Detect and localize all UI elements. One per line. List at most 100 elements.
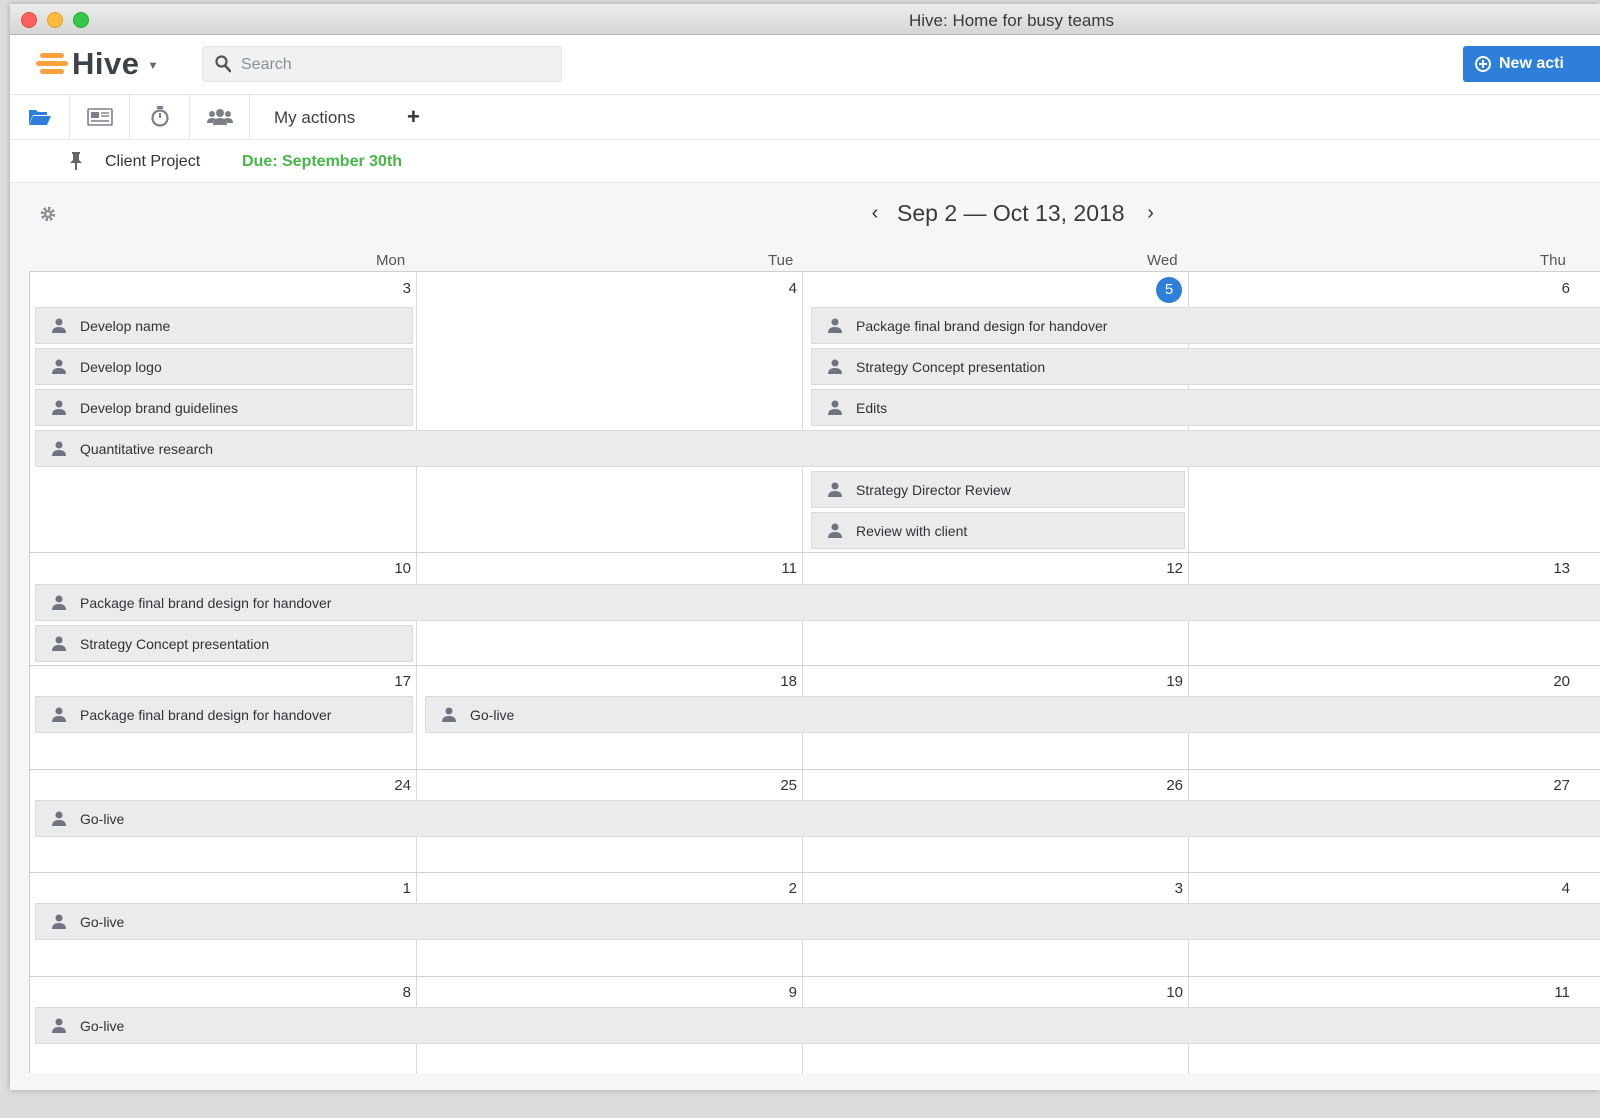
person-icon bbox=[828, 359, 842, 374]
task-title: Quantitative research bbox=[80, 440, 214, 457]
task-bar[interactable]: Strategy Director Review bbox=[811, 471, 1185, 508]
day-number[interactable]: 4 bbox=[757, 280, 797, 297]
day-number[interactable]: 24 bbox=[371, 777, 411, 794]
close-window-button[interactable] bbox=[21, 12, 37, 28]
person-icon bbox=[828, 482, 842, 497]
task-title: Strategy Concept presentation bbox=[80, 635, 270, 652]
day-number[interactable]: 17 bbox=[371, 673, 411, 690]
task-bar[interactable]: Quantitative research bbox=[35, 430, 1600, 467]
my-actions-tab[interactable]: My actions bbox=[274, 108, 355, 128]
person-icon bbox=[52, 914, 66, 929]
week-divider bbox=[30, 976, 1600, 977]
person-icon bbox=[828, 523, 842, 538]
day-number[interactable]: 10 bbox=[1143, 984, 1183, 1001]
logo-text: Hive bbox=[72, 46, 140, 81]
day-number[interactable]: 3 bbox=[1143, 880, 1183, 897]
person-icon bbox=[52, 441, 66, 456]
folder-open-icon bbox=[28, 110, 51, 125]
day-number[interactable]: 2 bbox=[757, 880, 797, 897]
day-number[interactable]: 13 bbox=[1530, 560, 1570, 577]
day-number[interactable]: 20 bbox=[1530, 673, 1570, 690]
dashboard-view-button[interactable] bbox=[70, 95, 130, 139]
new-action-label: New acti bbox=[1499, 55, 1564, 72]
column-divider bbox=[802, 272, 803, 1074]
day-number[interactable]: 18 bbox=[757, 673, 797, 690]
day-number[interactable]: 10 bbox=[371, 560, 411, 577]
team-view-button[interactable] bbox=[190, 95, 250, 139]
caret-down-icon: ▼ bbox=[147, 60, 159, 72]
project-due-date: Due: September 30th bbox=[242, 153, 403, 170]
maximize-window-button[interactable] bbox=[73, 12, 89, 28]
date-range-label: Sep 2 — Oct 13, 2018 bbox=[897, 200, 1125, 226]
day-number[interactable]: 25 bbox=[757, 777, 797, 794]
task-title: Go-live bbox=[80, 810, 125, 827]
task-bar[interactable]: Review with client bbox=[811, 512, 1185, 549]
project-bar: Client Project Due: September 30th bbox=[10, 140, 1600, 183]
task-title: Develop name bbox=[80, 317, 171, 334]
task-bar[interactable]: Go-live bbox=[35, 1007, 1600, 1044]
workspace-switcher[interactable]: Hive ▼ bbox=[36, 46, 159, 81]
task-bar[interactable]: Package final brand design for handover bbox=[811, 307, 1600, 344]
app-window: Hive: Home for busy teams Hive ▼ New act… bbox=[10, 4, 1600, 1090]
task-bar[interactable]: Go-live bbox=[35, 800, 1600, 837]
day-number[interactable]: 9 bbox=[757, 984, 797, 1001]
task-bar[interactable]: Strategy Concept presentation bbox=[811, 348, 1600, 385]
week-divider bbox=[30, 665, 1600, 666]
today-day-number[interactable]: 5 bbox=[1156, 277, 1182, 303]
app-header: Hive ▼ New acti bbox=[10, 35, 1600, 95]
day-number[interactable]: 26 bbox=[1143, 777, 1183, 794]
day-number[interactable]: 27 bbox=[1530, 777, 1570, 794]
task-title: Review with client bbox=[856, 522, 968, 539]
task-bar[interactable]: Package final brand design for handover bbox=[35, 696, 413, 733]
gear-icon[interactable] bbox=[39, 205, 57, 223]
day-number[interactable]: 11 bbox=[757, 560, 797, 577]
task-title: Edits bbox=[856, 399, 888, 416]
task-bar[interactable]: Go-live bbox=[425, 696, 1600, 733]
project-name[interactable]: Client Project bbox=[105, 153, 200, 171]
week-divider bbox=[30, 872, 1600, 873]
day-number[interactable]: 12 bbox=[1143, 560, 1183, 577]
day-header-thu: Thu bbox=[1540, 252, 1566, 269]
task-title: Develop logo bbox=[80, 358, 162, 375]
task-bar[interactable]: Develop brand guidelines bbox=[35, 389, 413, 426]
person-icon bbox=[828, 400, 842, 415]
task-title: Develop brand guidelines bbox=[80, 399, 238, 416]
date-range-nav: ‹ Sep 2 — Oct 13, 2018 › bbox=[865, 200, 1161, 227]
new-action-button[interactable]: New acti bbox=[1463, 46, 1600, 82]
add-view-button[interactable]: + bbox=[407, 104, 420, 130]
task-title: Go-live bbox=[80, 913, 125, 930]
prev-range-arrow-icon[interactable]: ‹ bbox=[865, 202, 885, 225]
pin-icon[interactable] bbox=[69, 152, 83, 170]
day-header-wed: Wed bbox=[1147, 252, 1178, 269]
day-number[interactable]: 19 bbox=[1143, 673, 1183, 690]
column-divider bbox=[416, 272, 417, 1074]
day-number[interactable]: 8 bbox=[371, 984, 411, 1001]
plus-circle-icon bbox=[1475, 56, 1491, 72]
task-bar[interactable]: Edits bbox=[811, 389, 1600, 426]
week-divider bbox=[30, 769, 1600, 770]
task-bar[interactable]: Package final brand design for handover bbox=[35, 584, 1600, 621]
next-range-arrow-icon[interactable]: › bbox=[1141, 202, 1161, 225]
week-divider bbox=[30, 552, 1600, 553]
person-icon bbox=[52, 400, 66, 415]
minimize-window-button[interactable] bbox=[47, 12, 63, 28]
person-icon bbox=[52, 595, 66, 610]
window-title: Hive: Home for busy teams bbox=[909, 11, 1115, 30]
hive-logo-icon bbox=[36, 53, 68, 75]
task-title: Strategy Director Review bbox=[856, 481, 1011, 498]
task-title: Go-live bbox=[80, 1017, 125, 1034]
person-icon bbox=[52, 811, 66, 826]
task-bar[interactable]: Go-live bbox=[35, 903, 1600, 940]
day-number[interactable]: 1 bbox=[371, 880, 411, 897]
day-number[interactable]: 4 bbox=[1530, 880, 1570, 897]
time-tracking-button[interactable] bbox=[130, 95, 190, 139]
task-bar[interactable]: Develop name bbox=[35, 307, 413, 344]
day-number[interactable]: 6 bbox=[1530, 280, 1570, 297]
search-box[interactable] bbox=[202, 46, 562, 83]
task-bar[interactable]: Develop logo bbox=[35, 348, 413, 385]
search-input[interactable] bbox=[239, 47, 553, 83]
day-number[interactable]: 3 bbox=[371, 280, 411, 297]
task-bar[interactable]: Strategy Concept presentation bbox=[35, 625, 413, 662]
day-number[interactable]: 11 bbox=[1530, 984, 1570, 1001]
projects-view-button[interactable] bbox=[10, 95, 70, 139]
